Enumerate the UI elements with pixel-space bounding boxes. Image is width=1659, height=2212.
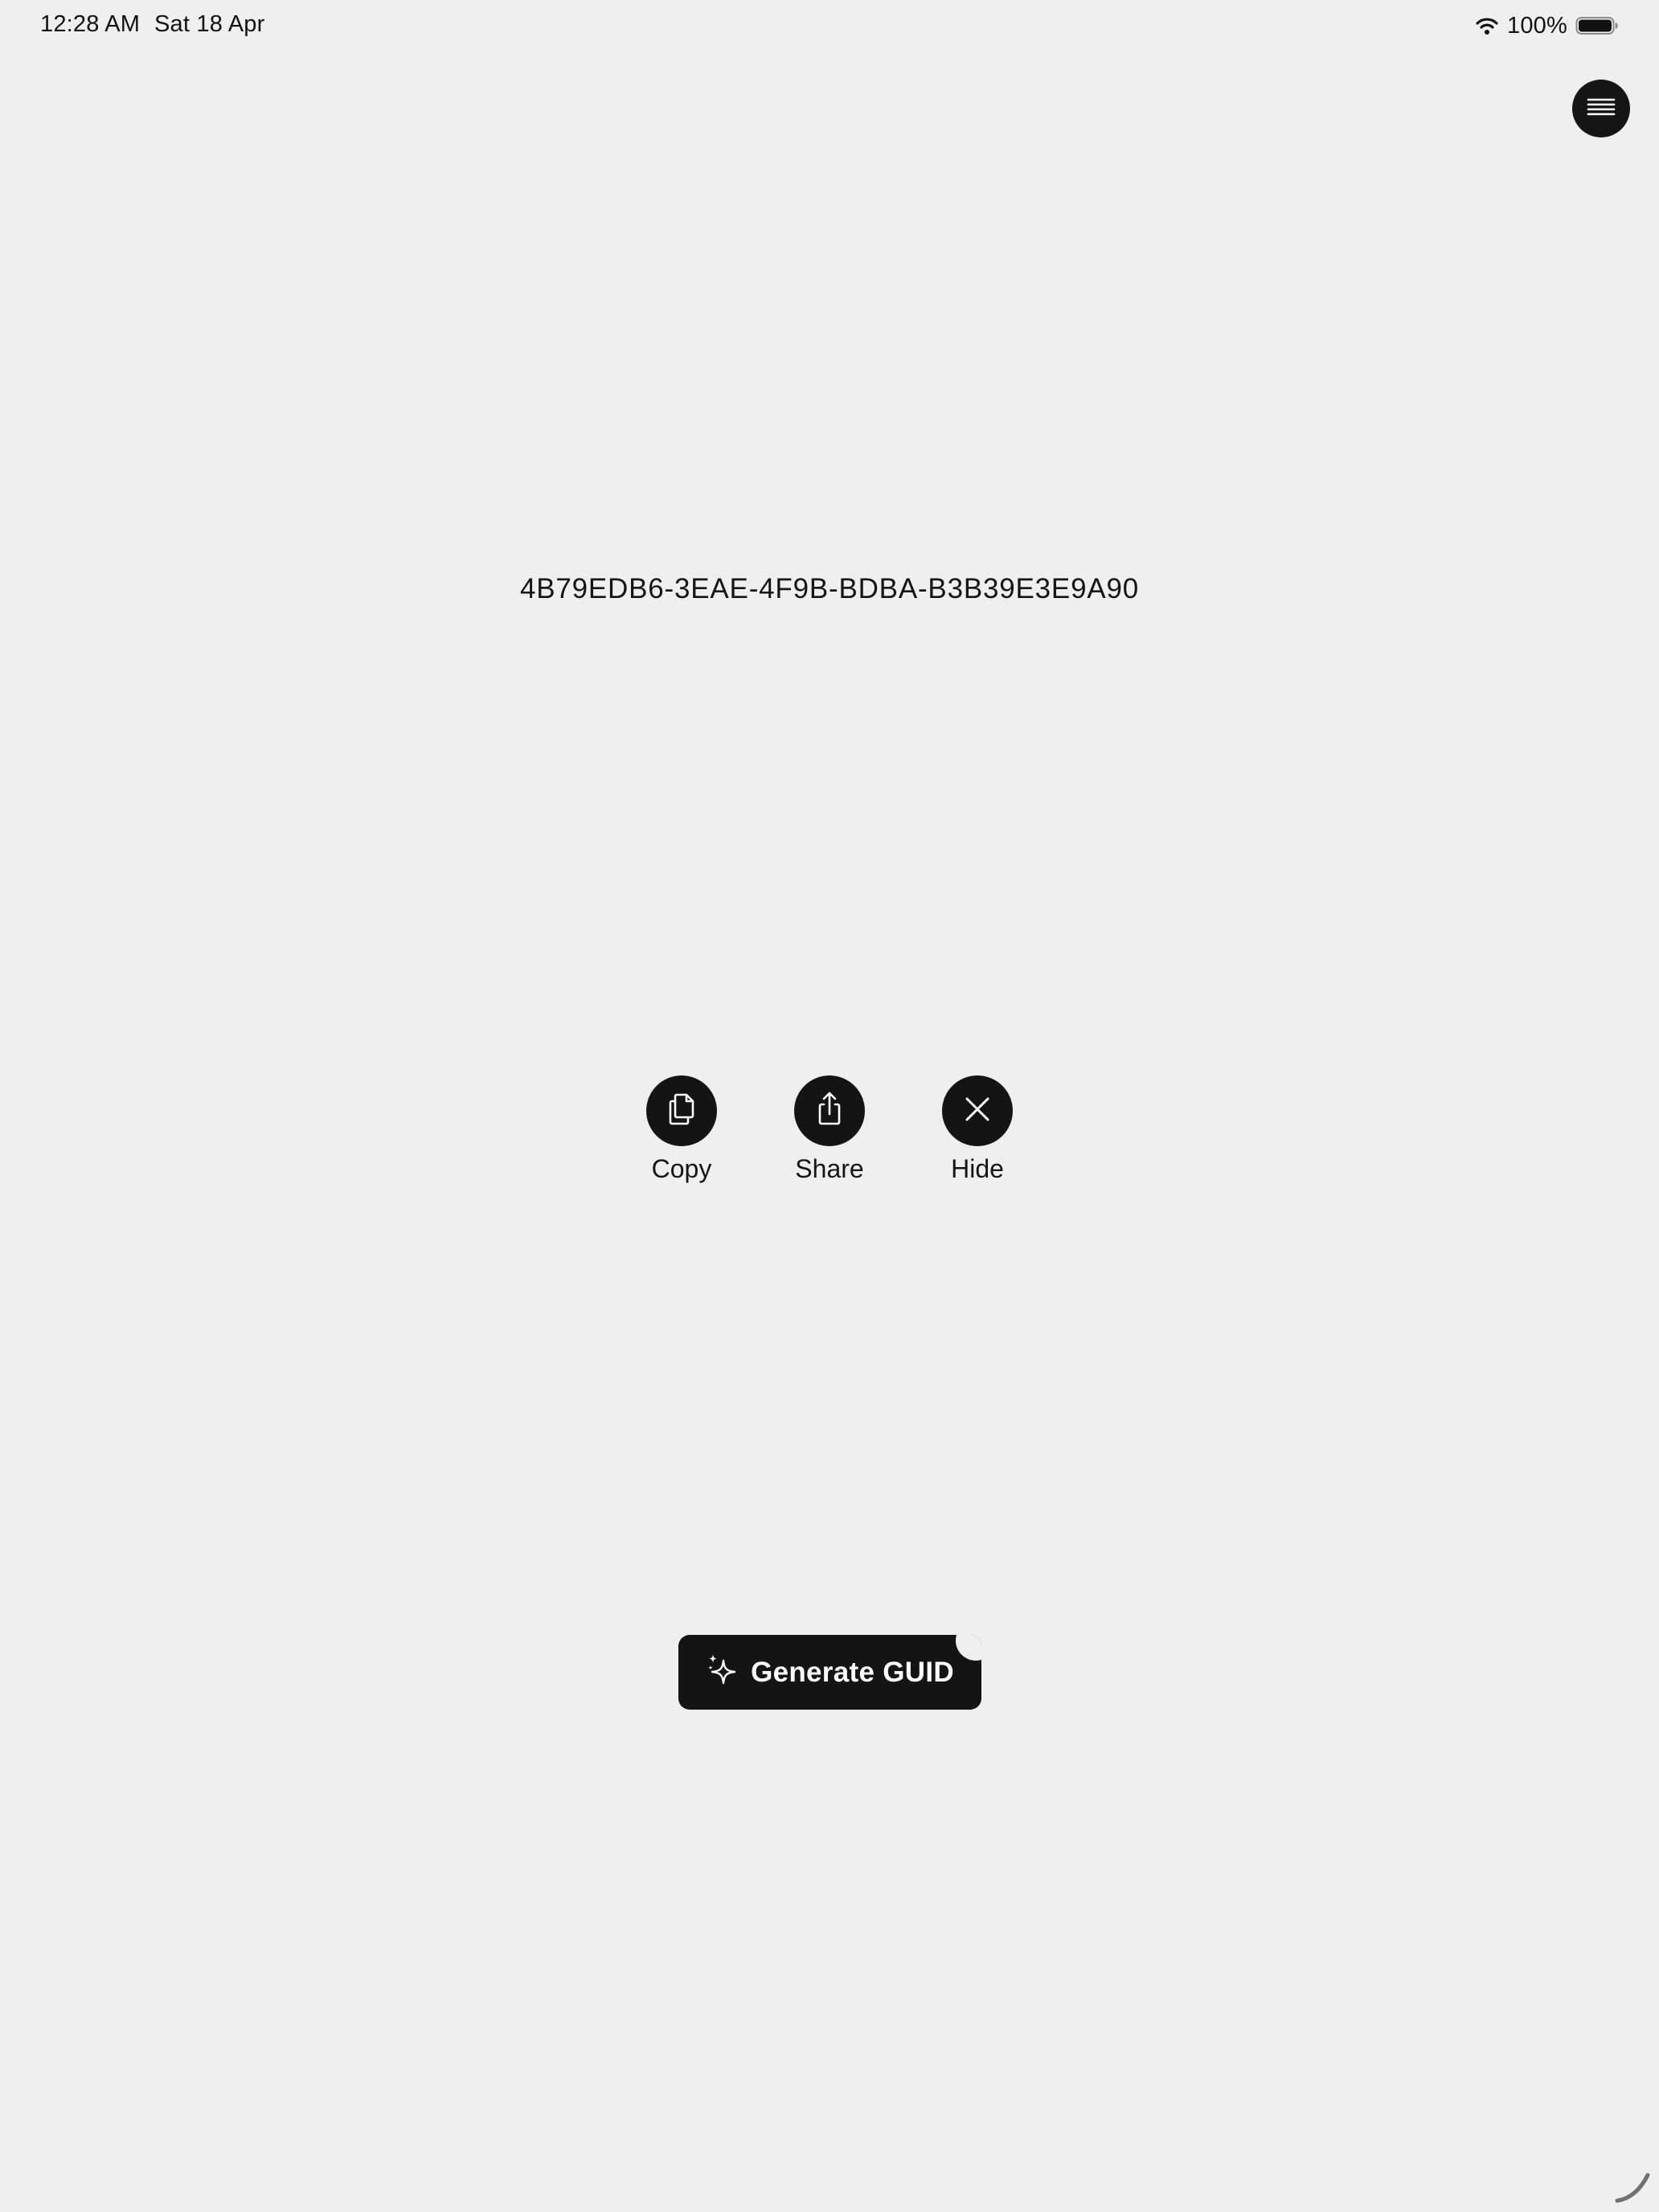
status-bar: 12:28 AM Sat 18 Apr 100% [0,0,1659,51]
share-button[interactable]: Share [773,1075,886,1184]
battery-percentage: 100% [1507,12,1567,39]
resize-handle[interactable] [1612,2165,1653,2206]
hamburger-menu-icon [1587,96,1616,121]
button-corner-notch [956,1635,981,1661]
guid-value: 4B79EDB6-3EAE-4F9B-BDBA-B3B39E3E9A90 [519,573,1140,604]
hide-button-circle[interactable] [942,1075,1013,1146]
generate-guid-button[interactable]: Generate GUID [678,1635,981,1710]
status-time: 12:28 AM [40,11,141,37]
hide-button[interactable]: Hide [921,1075,1034,1184]
menu-button[interactable] [1572,80,1630,137]
status-indicators: 100% [1475,11,1619,40]
share-label: Share [795,1154,864,1183]
battery-icon [1575,16,1619,35]
action-row: Copy Share Hide [0,1075,1659,1196]
copy-button-circle[interactable] [646,1075,717,1146]
copy-icon [664,1090,699,1133]
copy-button[interactable]: Copy [625,1075,738,1184]
status-date: Sat 18 Apr [154,11,265,37]
copy-label: Copy [651,1154,712,1183]
close-icon [961,1093,993,1129]
share-icon [813,1090,846,1133]
generate-guid-label: Generate GUID [751,1656,954,1688]
sparkles-icon [706,1653,738,1692]
share-button-circle[interactable] [794,1075,865,1146]
wifi-icon [1475,16,1499,35]
hide-label: Hide [951,1154,1004,1183]
